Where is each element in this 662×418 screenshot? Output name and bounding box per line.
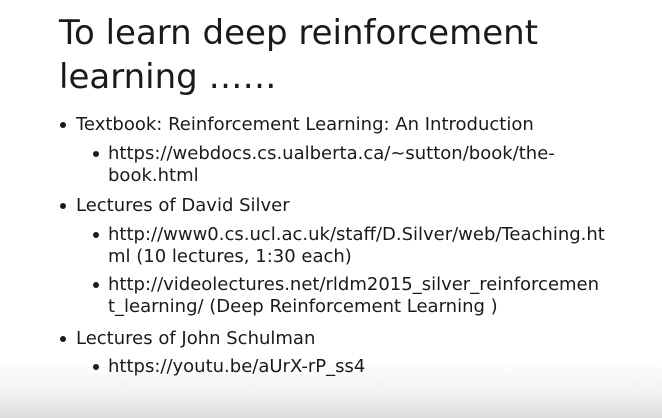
sub-bullet-videolectures-link[interactable]: http://videolectures.net/rldm2015_silver…: [93, 274, 608, 318]
bullet-dot: [93, 151, 99, 157]
bullet-dot: [60, 203, 66, 209]
link-line-2: ml (10 lectures, 1:30 each): [108, 246, 352, 267]
bullet-david-silver: Lectures of David Silver: [60, 195, 290, 217]
bullet-textbook: Textbook: Reinforcement Learning: An Int…: [60, 114, 534, 136]
sub-bullet-sutton-book-link[interactable]: https://webdocs.cs.ualberta.ca/~sutton/b…: [93, 143, 608, 187]
sub-bullet-youtube-link[interactable]: https://youtu.be/aUrX-rP_ss4: [93, 356, 608, 378]
sub-bullet-silver-teaching-link[interactable]: http://www0.cs.ucl.ac.uk/staff/D.Silver/…: [93, 224, 608, 268]
bullet-dot: [93, 282, 99, 288]
bullet-text: Textbook: Reinforcement Learning: An Int…: [76, 114, 534, 135]
bullet-text: Lectures of David Silver: [76, 195, 290, 216]
link-line-2: t_learning/ (Deep Reinforcement Learning…: [108, 296, 498, 317]
bullet-john-schulman: Lectures of John Schulman: [60, 328, 316, 350]
slide-title: To learn deep reinforcement learning ……: [59, 11, 639, 99]
title-line-1: To learn deep reinforcement: [59, 13, 539, 53]
link-line-2: book.html: [108, 165, 199, 186]
title-line-2: learning ……: [59, 57, 277, 97]
slide: To learn deep reinforcement learning …… …: [0, 0, 662, 418]
bullet-dot: [60, 336, 66, 342]
bullet-dot: [93, 364, 99, 370]
bullet-text: Lectures of John Schulman: [76, 328, 316, 349]
bullet-dot: [60, 122, 66, 128]
link-line-1: https://youtu.be/aUrX-rP_ss4: [108, 356, 366, 377]
link-line-1: http://videolectures.net/rldm2015_silver…: [108, 274, 600, 295]
link-line-1: https://webdocs.cs.ualberta.ca/~sutton/b…: [108, 143, 555, 164]
bullet-dot: [93, 232, 99, 238]
link-line-1: http://www0.cs.ucl.ac.uk/staff/D.Silver/…: [108, 224, 605, 245]
